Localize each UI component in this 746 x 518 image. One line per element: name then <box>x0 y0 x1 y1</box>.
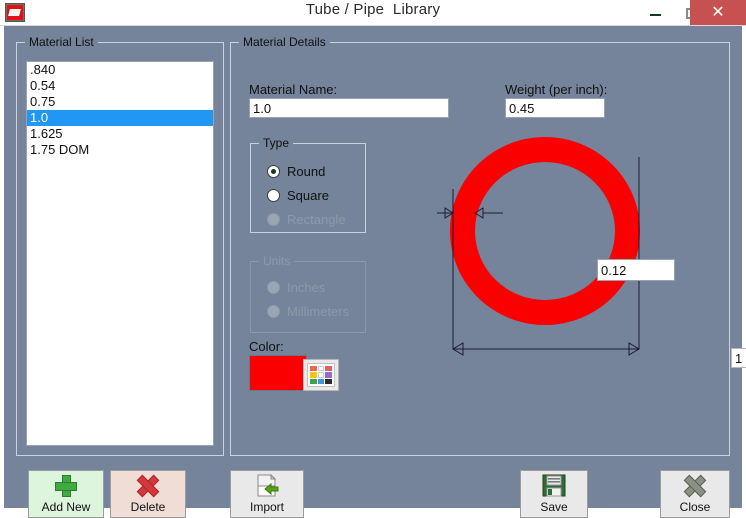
client-area: Material List .840 0.54 0.75 1.0 1.625 1… <box>4 26 742 508</box>
weight-input[interactable] <box>505 98 605 118</box>
radio-label: Square <box>287 188 329 203</box>
dimension-lines <box>431 127 661 377</box>
list-item[interactable]: 0.54 <box>27 78 213 94</box>
radio-button-icon <box>267 213 280 226</box>
minimize-button[interactable] <box>636 0 676 26</box>
close-icon: ✕ <box>690 0 746 26</box>
radio-label: Millimeters <box>287 304 349 319</box>
radio-units-inches: Inches <box>267 278 325 296</box>
material-name-label: Material Name: <box>249 82 337 97</box>
type-group: Type Round Square Rectangle <box>250 143 366 233</box>
close-button[interactable]: Close <box>660 470 730 518</box>
radio-type-round[interactable]: Round <box>267 162 325 180</box>
green-plus-icon <box>29 471 103 500</box>
red-x-icon <box>111 471 185 500</box>
material-details-group: Material Details Material Name: Weight (… <box>230 42 730 456</box>
diameter-input[interactable] <box>731 348 746 368</box>
radio-type-rectangle: Rectangle <box>267 210 346 228</box>
list-item[interactable]: 1.625 <box>27 126 213 142</box>
window-title: Tube / Pipe Library <box>0 1 746 18</box>
list-item[interactable]: 0.75 <box>27 94 213 110</box>
color-palette-icon <box>307 363 335 387</box>
radio-label: Round <box>287 164 325 179</box>
radio-button-icon <box>267 281 280 294</box>
list-item[interactable]: 1.75 DOM <box>27 142 213 158</box>
tube-pipe-library-window: Tube / Pipe Library ✕ Material List .840… <box>0 0 746 512</box>
wall-thickness-input[interactable] <box>597 259 675 281</box>
tube-cross-section-diagram <box>431 127 661 377</box>
weight-label: Weight (per inch): <box>505 82 607 97</box>
radio-button-icon <box>267 165 280 178</box>
radio-button-icon <box>267 305 280 318</box>
radio-button-icon <box>267 189 280 202</box>
list-item[interactable]: .840 <box>27 62 213 78</box>
radio-type-square[interactable]: Square <box>267 186 329 204</box>
units-group: Units Inches Millimeters <box>250 261 366 333</box>
document-import-icon <box>231 471 303 500</box>
radio-units-millimeters: Millimeters <box>267 302 349 320</box>
import-button[interactable]: Import <box>230 470 304 518</box>
add-new-button[interactable]: Add New <box>28 470 104 518</box>
minimize-icon <box>650 14 661 16</box>
type-group-title: Type <box>259 136 293 150</box>
radio-label: Rectangle <box>287 212 346 227</box>
radio-label: Inches <box>287 280 325 295</box>
floppy-disk-icon <box>521 471 587 500</box>
list-item-selected[interactable]: 1.0 <box>27 110 213 126</box>
color-swatch[interactable] <box>249 355 307 391</box>
close-window-button[interactable]: ✕ <box>690 0 746 26</box>
material-name-input[interactable] <box>249 98 449 118</box>
material-list-group: Material List .840 0.54 0.75 1.0 1.625 1… <box>16 42 224 456</box>
color-picker-button[interactable] <box>303 359 339 391</box>
material-list-group-title: Material List <box>25 35 98 49</box>
material-details-group-title: Material Details <box>239 35 330 49</box>
delete-button[interactable]: Delete <box>110 470 186 518</box>
title-bar: Tube / Pipe Library ✕ <box>0 0 746 26</box>
material-listbox[interactable]: .840 0.54 0.75 1.0 1.625 1.75 DOM <box>26 61 214 446</box>
units-group-title: Units <box>259 254 294 268</box>
save-button[interactable]: Save <box>520 470 588 518</box>
color-label: Color: <box>249 339 284 354</box>
gray-x-icon <box>661 471 729 500</box>
